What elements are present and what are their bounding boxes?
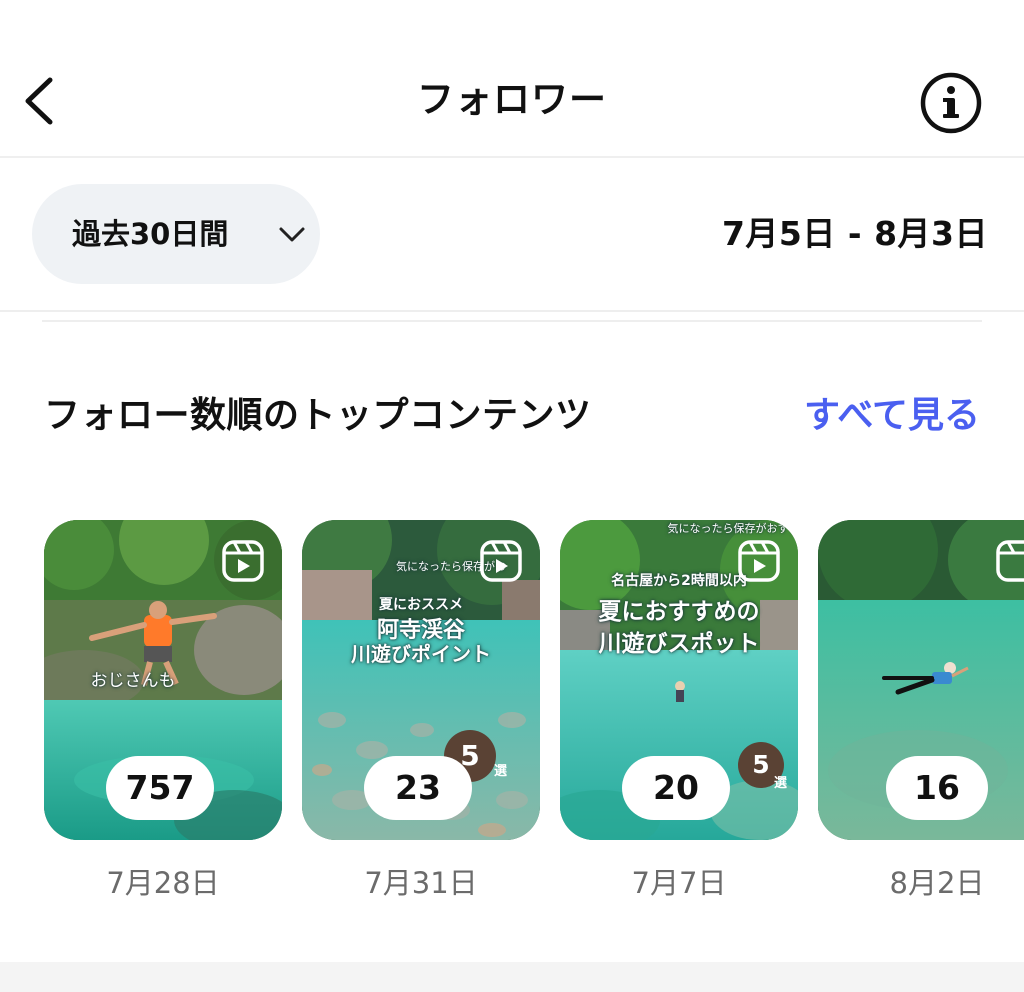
follow-count-badge: 757 (106, 756, 214, 820)
section-title: フォロー数順のトップコンテンツ (44, 395, 592, 436)
reels-icon (738, 540, 780, 582)
card-date: 7月7日 (631, 866, 727, 900)
reels-icon (480, 540, 522, 582)
reels-icon (222, 540, 264, 582)
card-title-line2: 川遊びポイント (351, 642, 491, 666)
date-span-text: 7月5日 - 8月3日 (721, 214, 988, 253)
date-filter-row: 過去30日間 7月5日 - 8月3日 (0, 158, 1024, 310)
card-title-line2: 川遊びスポット (598, 631, 760, 657)
followers-insights-screen: フォロワー 過去30日間 7月5日 - 8月3日 フォロー数順のトップコンテンツ… (0, 0, 1024, 992)
content-card[interactable]: 気になったら保存がお 夏におススメ 阿寺渓谷 川遊びポイント 5 選 23 (302, 520, 540, 840)
date-range-label: 過去30日間 (72, 217, 229, 251)
card-date: 7月31日 (364, 866, 478, 900)
top-nav-bar: フォロワー (0, 0, 1024, 158)
reels-icon (996, 540, 1024, 582)
divider (0, 310, 1024, 312)
follow-count-badge: 16 (886, 756, 988, 820)
info-icon (920, 72, 982, 134)
card-date: 8月2日 (889, 866, 985, 900)
follow-count-badge: 20 (622, 756, 730, 820)
content-card[interactable]: 気になったら保存がおすすめ 名古屋から2時間以内 夏におすすめの 川遊びスポット… (560, 520, 798, 840)
content-card[interactable]: おじさんも 757 (44, 520, 282, 840)
see-all-link[interactable]: すべて見る (804, 390, 980, 442)
section-separator (0, 962, 1024, 992)
card-tag: 夏におススメ (379, 597, 463, 613)
card-date: 7月28日 (106, 866, 220, 900)
content-card[interactable]: 16 (818, 520, 1024, 840)
follow-count-badge: 23 (364, 756, 472, 820)
card-caption: おじさんも (90, 671, 176, 691)
count-badge-suffix: 選 (494, 764, 508, 779)
card-title-line1: 夏におすすめの (598, 599, 760, 625)
date-range-dropdown[interactable]: 過去30日間 (32, 184, 320, 284)
card-top-text: 気になったら保存がおすすめ (667, 522, 799, 535)
info-button[interactable] (918, 70, 984, 136)
page-title: フォロワー (417, 78, 607, 121)
chevron-down-icon (279, 227, 305, 242)
count-badge-suffix: 選 (774, 776, 788, 791)
divider (42, 320, 982, 322)
